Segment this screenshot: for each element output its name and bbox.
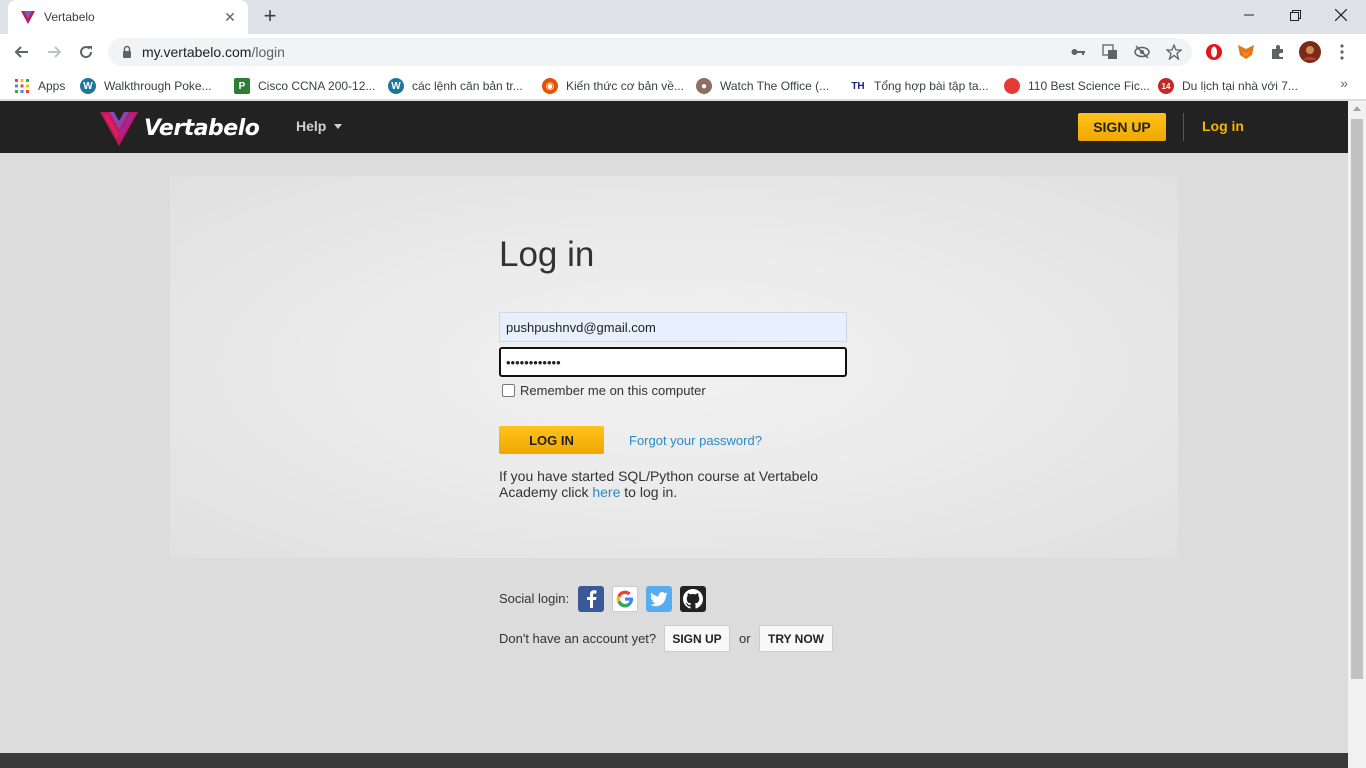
url-host: my.vertabelo.com [142,44,252,60]
header-signup-button[interactable]: SIGN UP [1078,113,1166,141]
metamask-fox-icon[interactable] [1234,40,1258,64]
translate-icon[interactable] [1099,41,1121,63]
scrollbar-thumb[interactable] [1351,119,1363,679]
bookmark-tong-hop[interactable]: TH Tổng hợp bài tập ta... [850,75,989,97]
lock-icon [120,45,134,59]
address-bar[interactable]: my.vertabelo.com/login [108,38,1192,66]
wordpress-icon: W [80,78,96,94]
page-viewport: Vertabelo Help SIGN UP Log in Log in Rem… [0,101,1348,768]
restore-window-button[interactable] [1272,0,1318,30]
google-icon [616,590,633,608]
try-now-button[interactable]: TRY NOW [759,625,833,652]
logo-text: Vertabelo [144,115,260,141]
bookmark-label: Du lịch tại nhà với 7... [1182,79,1298,93]
page-scrollbar[interactable] [1348,101,1366,768]
footer-signup-button[interactable]: SIGN UP [664,625,730,652]
bookmark-label: 110 Best Science Fic... [1028,79,1150,93]
page-title: Log in [499,235,595,274]
bookmark-apps[interactable]: Apps [14,75,65,97]
remember-me-label: Remember me on this computer [520,383,706,398]
facebook-login-button[interactable] [578,586,604,612]
apps-grid-icon [14,78,30,94]
back-button[interactable] [8,38,36,66]
academy-here-link[interactable]: here [592,484,620,500]
browser-tabstrip: Vertabelo ✕ + [0,0,1366,34]
bookmark-label: Cisco CCNA 200-12... [258,79,376,93]
twitter-icon [650,591,668,606]
remember-me: Remember me on this computer [502,383,706,398]
vertabelo-logo[interactable]: Vertabelo [100,110,260,146]
github-icon [683,589,703,609]
bookmark-cisco-ccna[interactable]: P Cisco CCNA 200-12... [234,75,375,97]
url-text: my.vertabelo.com/login [142,44,285,60]
site-icon: P [234,78,250,94]
bookmark-label: Watch The Office (... [720,79,830,93]
google-login-button[interactable] [612,586,638,612]
site-icon: 14 [1158,78,1174,94]
bookmark-label: Walkthrough Poke... [104,79,212,93]
forgot-password-link[interactable]: Forgot your password? [629,433,762,448]
github-login-button[interactable] [680,586,706,612]
browser-tab-vertabelo[interactable]: Vertabelo ✕ [8,0,248,34]
bookmark-kien-thuc[interactable]: ◉ Kiến thức cơ bản về... [542,75,684,97]
avatar-icon: ● [696,78,712,94]
tab-close-icon[interactable]: ✕ [222,9,238,25]
bookmark-du-lich[interactable]: 14 Du lịch tại nhà với 7... [1158,75,1298,97]
minimize-window-button[interactable] [1226,0,1272,30]
login-button[interactable]: LOG IN [499,426,604,454]
extensions-puzzle-icon[interactable] [1266,40,1290,64]
tomato-icon [1004,78,1020,94]
header-divider [1183,113,1184,141]
facebook-icon [587,590,597,608]
scroll-up-arrow-icon[interactable] [1353,106,1361,111]
site-header: Vertabelo Help SIGN UP Log in [0,101,1348,153]
chrome-menu-kebab-icon[interactable] [1330,40,1354,64]
bookmark-science-fiction[interactable]: 110 Best Science Fic... [1004,75,1150,97]
email-field[interactable] [499,312,847,342]
no-account-text: Don't have an account yet? [499,631,657,646]
bookmark-watch-the-office[interactable]: ● Watch The Office (... [696,75,829,97]
bookmark-label: Tổng hợp bài tập ta... [874,79,989,93]
forward-button[interactable] [40,38,68,66]
bookmark-label: Apps [38,79,66,93]
new-tab-button[interactable]: + [258,5,282,29]
bookmark-star-icon[interactable] [1163,41,1185,63]
help-menu-label: Help [296,118,327,134]
wordpress-icon: W [388,78,404,94]
password-field[interactable] [499,347,847,377]
bookmark-label: các lệnh căn bản tr... [412,79,523,93]
remember-me-checkbox[interactable] [502,384,515,397]
academy-note: If you have started SQL/Python course at… [499,468,839,500]
header-login-link[interactable]: Log in [1202,118,1244,134]
eye-slash-icon[interactable] [1131,41,1153,63]
reload-button[interactable] [72,38,100,66]
twitter-login-button[interactable] [646,586,672,612]
bookmarks-overflow-button[interactable]: » [1340,75,1348,91]
help-menu[interactable]: Help [296,118,343,134]
url-path: /login [251,44,285,60]
caret-down-icon [334,123,343,129]
page-footer [0,753,1348,768]
social-login-label: Social login: [499,591,570,606]
vertabelo-logo-icon [100,112,138,146]
close-window-button[interactable] [1318,0,1364,30]
key-icon[interactable] [1067,41,1089,63]
bookmark-cac-lenh[interactable]: W các lệnh căn bản tr... [388,75,523,97]
or-text: or [739,631,751,646]
site-icon: ◉ [542,78,558,94]
academy-text-end: to log in. [620,484,678,500]
tab-title: Vertabelo [44,10,95,24]
browser-toolbar: my.vertabelo.com/login [0,34,1366,70]
bookmarks-bar: Apps W Walkthrough Poke... P Cisco CCNA … [0,70,1366,100]
vertabelo-favicon-icon [20,9,36,25]
bookmark-label: Kiến thức cơ bản về... [566,79,684,93]
th-icon: TH [851,80,865,92]
opera-adblock-icon[interactable] [1202,40,1226,64]
profile-avatar-icon[interactable] [1298,40,1322,64]
bookmark-walkthrough[interactable]: W Walkthrough Poke... [80,75,212,97]
